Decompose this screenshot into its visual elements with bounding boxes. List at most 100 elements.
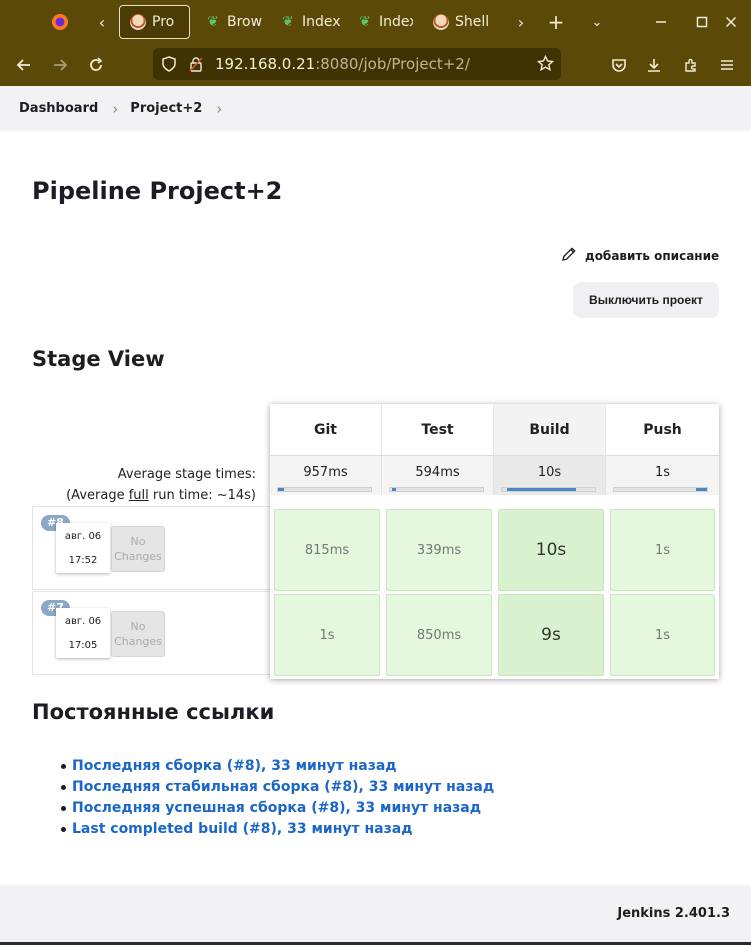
chevron-right-icon[interactable]: › [216, 100, 222, 118]
permalinks-title: Постоянные ссылки [32, 700, 275, 724]
avg-progress-fill [696, 488, 707, 491]
stage-header-push: Push [606, 404, 719, 455]
tab-label: Index [379, 14, 413, 30]
avg-time: 594ms [415, 465, 460, 480]
avg-progress-bar [389, 487, 484, 492]
average-stage-times-label: Average stage times: (Average full run t… [32, 464, 256, 506]
stage-cell-git-run7[interactable]: 1s [274, 594, 380, 676]
jenkins-icon [130, 14, 146, 30]
tab-label: Brow [227, 14, 263, 30]
tab-project[interactable]: Pro [119, 5, 190, 39]
stage-cell-push-run7[interactable]: 1s [610, 594, 715, 676]
permalinks-list: Последняя сборка (#8), 33 минут назад По… [60, 756, 494, 840]
minimize-icon[interactable] [648, 9, 674, 35]
stage-header-git: Git [270, 404, 382, 455]
tab-index-2[interactable]: ❦ Index [347, 5, 413, 39]
avg-cell-push: 1s [606, 455, 719, 495]
insecure-lock-icon[interactable] [188, 56, 204, 76]
stage-view-title: Stage View [32, 347, 165, 371]
stage-header-build: Build [494, 404, 606, 455]
download-icon[interactable] [641, 52, 667, 78]
chevron-right-icon: › [112, 99, 119, 118]
avg-progress-bar [277, 487, 372, 492]
pencil-icon [560, 246, 577, 266]
pocket-icon[interactable] [606, 52, 632, 78]
build-date: авг. 06 17:05 [56, 608, 110, 658]
avg-time: 1s [654, 465, 671, 480]
url-host: 192.168.0.21 [215, 55, 316, 73]
chevron-down-icon[interactable]: ⌄ [584, 9, 610, 35]
avg-cell-test: 594ms [382, 455, 494, 495]
build-date-day: авг. 06 [64, 616, 102, 627]
menu-icon[interactable] [714, 52, 740, 78]
avg-progress-bar [613, 487, 708, 492]
disable-project-button[interactable]: Выключить проект [573, 282, 719, 318]
back-icon[interactable] [11, 52, 37, 78]
run-row-7: #7 авг. 06 17:05 No Changes [32, 591, 270, 675]
maximize-icon[interactable] [689, 9, 715, 35]
permalink-last-successful-build[interactable]: Последняя успешная сборка (#8), 33 минут… [60, 798, 494, 819]
tab-label: Pro [152, 14, 175, 30]
breadcrumb-dashboard[interactable]: Dashboard [19, 101, 98, 116]
tab-label: Shell [455, 14, 490, 30]
new-tab-icon[interactable]: + [543, 9, 569, 35]
full-run-link[interactable]: full [129, 488, 149, 503]
jenkins-version[interactable]: Jenkins 2.401.3 [617, 906, 730, 921]
run-row-8: #8 авг. 06 17:52 No Changes [32, 506, 270, 590]
permalink-last-stable-build[interactable]: Последняя стабильная сборка (#8), 33 мин… [60, 777, 494, 798]
avg-time: 10s [537, 465, 562, 480]
footer: Jenkins 2.401.3 [0, 885, 751, 942]
url-path: :8080/job/Project+2/ [315, 55, 470, 73]
extensions-icon[interactable] [678, 52, 704, 78]
no-changes-box: No Changes [111, 611, 165, 657]
avg-label-suffix: run time: ~14s) [148, 488, 256, 503]
stage-cell-build-run7[interactable]: 9s [498, 594, 604, 676]
leaf-icon: ❦ [282, 14, 294, 30]
add-description-label: добавить описание [585, 249, 720, 263]
avg-progress-fill [278, 488, 284, 491]
tab-browse[interactable]: ❦ Brow [195, 5, 265, 39]
leaf-icon: ❦ [359, 14, 371, 30]
stage-view-grid: Git Test Build Push 957ms 594ms 10s 1s 8… [270, 404, 719, 679]
avg-cell-git: 957ms [270, 455, 382, 495]
firefox-icon[interactable] [47, 9, 73, 35]
avg-progress-fill [392, 488, 396, 491]
avg-time: 957ms [303, 465, 348, 480]
browser-tab-bar: ‹ Pro ❦ Brow ❦ Index ❦ Index Shell › + ⌄ [0, 0, 751, 44]
reload-icon[interactable] [83, 52, 109, 78]
breadcrumb: Dashboard › Project+2 › [0, 86, 751, 131]
stage-cell-build-run8[interactable]: 10s [498, 509, 604, 591]
tab-scroll-left-icon[interactable]: ‹ [89, 9, 115, 35]
avg-cell-build: 10s [494, 455, 606, 495]
url-bar[interactable]: 192.168.0.21:8080/job/Project+2/ [153, 48, 561, 80]
avg-label-prefix: (Average [66, 488, 129, 503]
no-changes-box: No Changes [111, 526, 165, 572]
stage-cell-git-run8[interactable]: 815ms [274, 509, 380, 591]
stage-cell-test-run8[interactable]: 339ms [386, 509, 492, 591]
build-date-time: 17:05 [68, 640, 98, 651]
build-date-time: 17:52 [68, 555, 98, 566]
tab-shell[interactable]: Shell [423, 5, 491, 39]
jenkins-icon [433, 14, 449, 30]
stage-cell-push-run8[interactable]: 1s [610, 509, 715, 591]
breadcrumb-project[interactable]: Project+2 [130, 101, 202, 116]
build-date: авг. 06 17:52 [56, 523, 110, 573]
bookmark-star-icon[interactable] [536, 54, 555, 76]
permalink-last-completed-build[interactable]: Last completed build (#8), 33 минут наза… [60, 819, 494, 840]
url-text[interactable]: 192.168.0.21:8080/job/Project+2/ [215, 55, 470, 73]
build-date-day: авг. 06 [64, 531, 102, 542]
add-description-link[interactable]: добавить описание [560, 246, 719, 266]
stage-header-test: Test [382, 404, 494, 455]
avg-progress-fill [507, 488, 576, 491]
avg-progress-bar [501, 487, 596, 492]
tab-scroll-right-icon[interactable]: › [508, 9, 534, 35]
stage-cell-test-run7[interactable]: 850ms [386, 594, 492, 676]
page-title: Pipeline Project+2 [32, 177, 283, 205]
permalink-last-build[interactable]: Последняя сборка (#8), 33 минут назад [60, 756, 494, 777]
leaf-icon: ❦ [207, 14, 219, 30]
tab-index-1[interactable]: ❦ Index [270, 5, 340, 39]
close-icon[interactable] [718, 9, 744, 35]
forward-icon[interactable] [47, 52, 73, 78]
shield-icon[interactable] [161, 56, 177, 76]
tab-label: Index [302, 14, 340, 30]
